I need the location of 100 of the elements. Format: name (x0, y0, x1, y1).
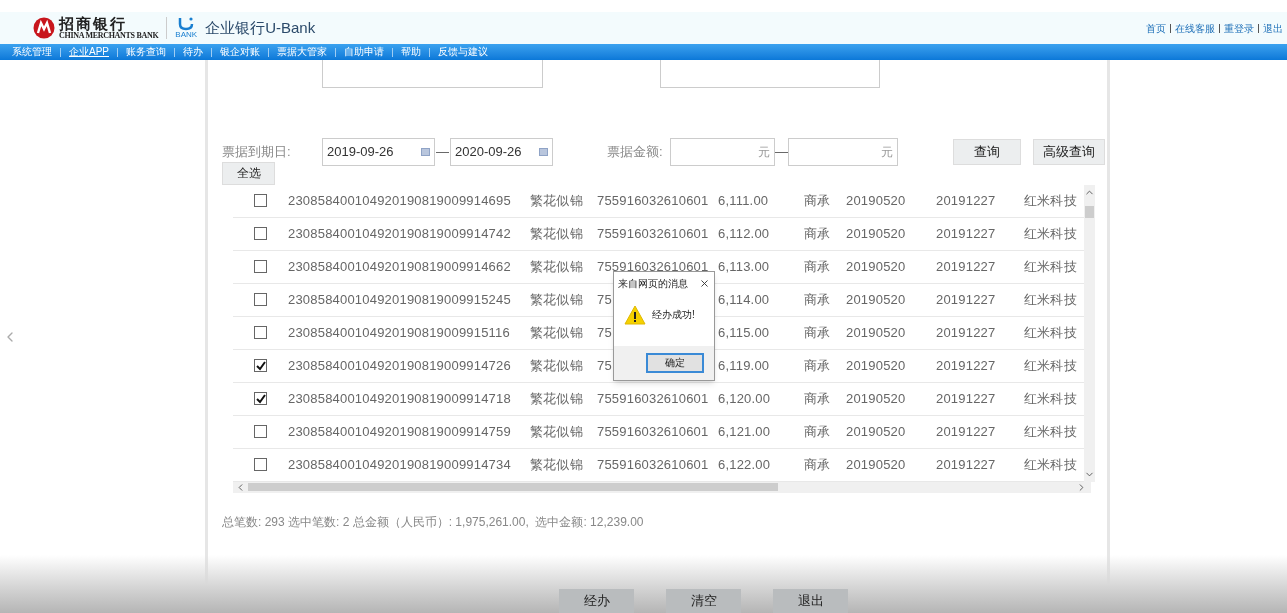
table-cell: 繁花似锦 (530, 291, 583, 307)
table-cell: 755916032610601 (597, 192, 709, 208)
header-link[interactable]: 重登录 (1224, 20, 1254, 36)
table-cell: 230858400104920190819009914759 (288, 423, 511, 439)
table-cell: 红米科技 (1024, 357, 1077, 373)
table-cell: 75 (597, 324, 612, 340)
table-cell: 20190520 (846, 423, 906, 439)
checkbox[interactable] (254, 227, 267, 240)
table-cell: 755916032610601 (597, 258, 709, 274)
input-field[interactable] (322, 60, 543, 88)
table-cell: 商承 (804, 357, 831, 373)
dialog-message: 经办成功! (652, 308, 695, 322)
table-cell: 230858400104920190819009914726 (288, 357, 511, 373)
ubank-subtext: BANK (175, 31, 198, 39)
bank-title: 企业银行U-Bank (205, 17, 316, 38)
input-field[interactable] (660, 60, 880, 88)
table-cell: 6,114.00 (718, 291, 770, 307)
checkmark-icon (255, 393, 266, 404)
scroll-thumb[interactable] (1085, 205, 1094, 218)
checkbox[interactable] (254, 293, 267, 306)
table-cell: 6,113.00 (718, 258, 770, 274)
summary-text: 总笔数: 293 选中笔数: 2 总金额（人民币）: 1,975,261.00, 选中金额: 12,239.00 (222, 513, 645, 531)
calendar-icon[interactable] (421, 148, 430, 156)
table-cell: 商承 (804, 390, 831, 406)
date-from-field[interactable]: 2019-09-26 (322, 138, 435, 166)
table-cell: 红米科技 (1024, 225, 1077, 241)
header-link[interactable]: 首页 (1146, 20, 1166, 36)
table-cell: 20190520 (846, 357, 906, 373)
table-cell: 230858400104920190819009914718 (288, 390, 511, 406)
query-button[interactable]: 查询 (953, 139, 1021, 165)
table-cell: 230858400104920190819009914662 (288, 258, 511, 274)
checkbox[interactable] (254, 392, 267, 405)
nav-tab[interactable]: 系统管理 (12, 47, 52, 57)
table-cell: 6,120.00 (718, 390, 771, 406)
table-cell: 繁花似锦 (530, 423, 583, 439)
table-cell: 230858400104920190819009915116 (288, 324, 510, 340)
checkbox[interactable] (254, 194, 267, 207)
table-cell: 红米科技 (1024, 258, 1077, 274)
table-cell: 6,121.00 (718, 423, 771, 439)
table-cell: 230858400104920190819009914742 (288, 225, 511, 241)
close-icon[interactable] (699, 277, 710, 289)
table-cell: 繁花似锦 (530, 258, 583, 274)
footer-button[interactable]: 经办 (559, 589, 634, 613)
checkbox[interactable] (254, 260, 267, 273)
footer-button[interactable]: 退出 (773, 589, 848, 613)
amount-label: 票据金额: (607, 143, 664, 162)
table-cell: 230858400104920190819009915245 (288, 291, 511, 307)
table-cell: 20191227 (936, 225, 996, 241)
table-cell: 230858400104920190819009914734 (288, 456, 511, 472)
table-cell: 20190520 (846, 390, 906, 406)
header-link[interactable]: 退出 (1263, 20, 1283, 36)
footer-button[interactable]: 清空 (666, 589, 741, 613)
table-cell: 商承 (804, 258, 831, 274)
nav-tab[interactable]: 企业APP (69, 47, 109, 57)
nav-tab[interactable]: 账务查询 (126, 47, 166, 57)
checkbox[interactable] (254, 326, 267, 339)
nav-tab[interactable]: 自助申请 (344, 47, 384, 57)
nav-tab[interactable]: 银企对账 (220, 47, 260, 57)
vertical-scrollbar[interactable] (1084, 184, 1095, 482)
table-cell: 繁花似锦 (530, 357, 583, 373)
table-cell: 20190520 (846, 258, 906, 274)
table-cell: 红米科技 (1024, 423, 1077, 439)
logo-subtext: CHINA MERCHANTS BANK (59, 31, 159, 40)
table-cell: 繁花似锦 (530, 192, 583, 208)
table-cell: 繁花似锦 (530, 225, 583, 241)
table-cell: 20191227 (936, 456, 996, 472)
table-cell: 商承 (804, 192, 831, 208)
table-cell: 6,115.00 (718, 324, 770, 340)
nav-tab[interactable]: 票据大管家 (277, 47, 327, 57)
table-cell: 20191227 (936, 291, 996, 307)
nav-tab[interactable]: 反馈与建议 (438, 47, 488, 57)
table-cell: 红米科技 (1024, 324, 1077, 340)
amount-to-field[interactable]: 元 (788, 138, 898, 166)
table-cell: 商承 (804, 225, 831, 241)
table-cell: 6,122.00 (718, 456, 771, 472)
table-cell: 商承 (804, 456, 831, 472)
table-cell: 20190520 (846, 456, 906, 472)
nav-tab[interactable]: 帮助 (401, 47, 421, 57)
table-cell: 商承 (804, 423, 831, 439)
checkbox[interactable] (254, 359, 267, 372)
table-cell: 繁花似锦 (530, 324, 583, 340)
table-cell: 商承 (804, 324, 831, 340)
checkbox[interactable] (254, 425, 267, 438)
table-cell: 755916032610601 (597, 423, 709, 439)
horizontal-scrollbar[interactable] (233, 481, 1091, 493)
warning-icon (624, 304, 646, 325)
table-cell: 755916032610601 (597, 225, 709, 241)
amount-from-field[interactable]: 元 (670, 138, 775, 166)
calendar-icon[interactable] (539, 148, 548, 156)
nav-tab[interactable]: 待办 (183, 47, 203, 57)
table-cell: 20190520 (846, 225, 906, 241)
header-link[interactable]: 在线客服 (1175, 20, 1215, 36)
checkmark-icon (255, 360, 266, 371)
due-date-label: 票据到期日: (222, 143, 292, 162)
select-all-button[interactable]: 全选 (222, 161, 275, 185)
scroll-thumb[interactable] (248, 483, 778, 491)
date-to-field[interactable]: 2020-09-26 (450, 138, 553, 166)
advanced-query-button[interactable]: 高级查询 (1033, 139, 1105, 165)
checkbox[interactable] (254, 458, 267, 471)
ok-button[interactable]: 确定 (646, 352, 704, 373)
